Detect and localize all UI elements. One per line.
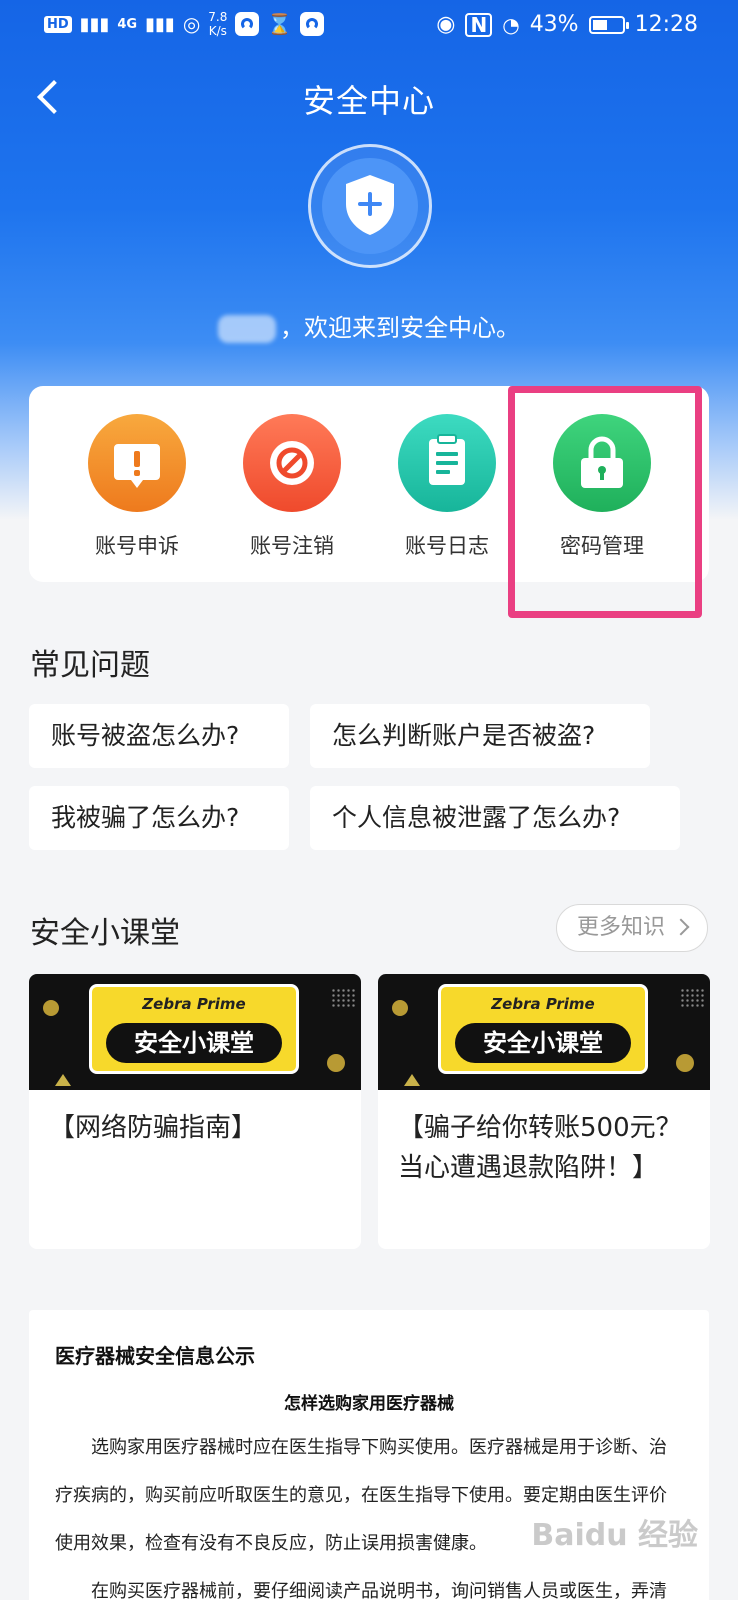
blurred-username (218, 315, 276, 343)
page-title: 安全中心 (302, 82, 435, 120)
speedometer-icon: ◔ (502, 12, 520, 37)
status-bar: HD ▮▮▮ 4G ▮▮▮ ◎ 7.8 K/s ⌛ ◉ N ◔ 43% 12:2… (0, 0, 738, 50)
app-notification-icon (235, 12, 260, 36)
net-speed: 7.8 K/s (208, 10, 227, 38)
appeal-icon (88, 414, 186, 512)
speed-value: 7.8 (208, 10, 228, 24)
chevron-right-icon (672, 918, 690, 936)
banner-text: 安全小课堂 (455, 1023, 631, 1063)
welcome-message: ，欢迎来到安全中心。 (0, 308, 738, 343)
watermark: Baidu 经验 (531, 1518, 698, 1553)
wifi-icon: ◎ (182, 12, 201, 36)
clock: 12:28 (634, 12, 698, 37)
notice-paragraph-2: 在购买医疗器械前，要仔细阅读产品说明书，询问销售人员或医生，弄清产 (91, 1581, 667, 1600)
faq-item[interactable]: 怎么判断账户是否被盗? (310, 704, 650, 768)
action-label: 账号日志 (405, 534, 489, 558)
faq-item[interactable]: 个人信息被泄露了怎么办? (310, 786, 680, 850)
action-account-appeal[interactable]: 账号申诉 (77, 414, 197, 560)
nfc-icon: N (465, 12, 493, 37)
action-label: 账号注销 (250, 534, 334, 558)
brand-logo: Zebra Prime (142, 995, 246, 1013)
speed-unit: K/s (208, 24, 227, 38)
battery-percent: 43% (529, 12, 579, 37)
action-label: 账号申诉 (95, 534, 179, 558)
faq-item[interactable]: 我被骗了怎么办? (29, 786, 289, 850)
banner-text: 安全小课堂 (106, 1023, 282, 1063)
hd-indicator: HD (44, 15, 72, 33)
prohibit-icon (243, 414, 341, 512)
hourglass-icon: ⌛ (267, 12, 293, 36)
document-icon (398, 414, 496, 512)
network-type: 4G (117, 16, 138, 32)
brand-logo: Zebra Prime (491, 995, 595, 1013)
more-label: 更多知识 (577, 915, 666, 940)
course-banner: Zebra Prime 安全小课堂 (29, 974, 361, 1090)
notice-subtitle: 怎样选购家用医疗器械 (284, 1394, 454, 1414)
course-title: 【骗子给你转账500元？当心遭遇退款陷阱！】 (398, 1113, 682, 1183)
app-notification-icon-2 (300, 12, 325, 36)
signal-icon: ▮▮▮ (79, 13, 110, 35)
course-banner: Zebra Prime 安全小课堂 (378, 974, 710, 1090)
faq-item[interactable]: 账号被盗怎么办? (29, 704, 289, 768)
highlight-box (508, 386, 702, 618)
faq-title: 常见问题 (30, 648, 150, 683)
shield-icon (346, 175, 394, 235)
action-account-cancel[interactable]: 账号注销 (232, 414, 352, 560)
action-account-log[interactable]: 账号日志 (387, 414, 507, 560)
shield-emblem (308, 144, 432, 268)
battery-icon (588, 15, 629, 34)
eye-icon: ◉ (436, 12, 456, 37)
course-title: 【网络防骗指南】 (49, 1113, 258, 1143)
welcome-text: ，欢迎来到安全中心。 (280, 314, 520, 342)
more-knowledge-button[interactable]: 更多知识 (556, 904, 708, 952)
course-card[interactable]: Zebra Prime 安全小课堂 【网络防骗指南】 (29, 974, 361, 1249)
signal-icon-2: ▮▮▮ (145, 13, 175, 35)
course-card[interactable]: Zebra Prime 安全小课堂 【骗子给你转账500元？当心遭遇退款陷阱！】 (378, 974, 710, 1249)
notice-card: 医疗器械安全信息公示 怎样选购家用医疗器械 选购家用医疗器械时应在医生指导下购买… (29, 1310, 709, 1600)
notice-title: 医疗器械安全信息公示 (55, 1344, 255, 1368)
course-section-title: 安全小课堂 (30, 916, 180, 951)
